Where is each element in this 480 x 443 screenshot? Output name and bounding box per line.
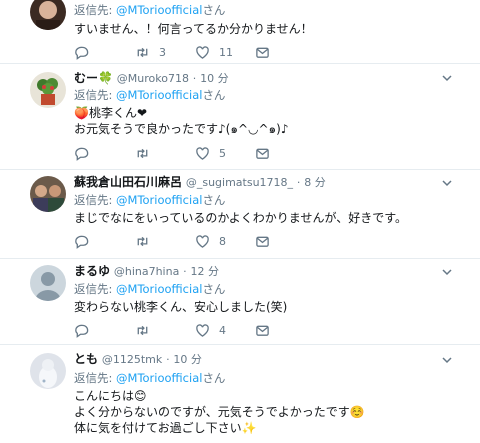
caret-down-icon[interactable] [440, 265, 454, 279]
tweet-text-line: よく分からないのですが、元気そうでよかったです☺️ [74, 405, 365, 419]
separator-dot: · [166, 353, 170, 366]
separator-dot: · [183, 265, 187, 278]
reply-button[interactable] [74, 322, 98, 338]
avatar[interactable] [30, 353, 66, 389]
reply-to-line: 返信先: @MTorioofficialさん [74, 282, 226, 296]
tweet-actions: 3 11 [74, 44, 274, 60]
reply-icon [75, 147, 89, 161]
user-name[interactable]: とも [74, 352, 98, 366]
tweet-text-line: こんにちは😊 [74, 389, 147, 403]
like-button[interactable]: 8 [195, 233, 226, 249]
user-handle[interactable]: @hina7hina [114, 265, 179, 278]
user-name[interactable]: むー🍀 [74, 71, 113, 85]
user-handle[interactable]: @Muroko718 [117, 72, 189, 85]
reply-button[interactable] [74, 233, 98, 249]
tweet-text-line: まじでなにをいっているのかよくわかりませんが、好きです。 [74, 211, 408, 225]
tweet-text-line: すいません、！何言ってるか分かりません！ [74, 22, 313, 36]
tweet-text: 変わらない桃李くん、安心しました(笑) [74, 299, 287, 315]
retweet-icon [137, 236, 148, 246]
like-icon [196, 146, 209, 160]
dm-icon [256, 148, 269, 159]
avatar[interactable] [30, 176, 66, 212]
reply-icon [75, 324, 89, 338]
dm-button[interactable] [255, 322, 270, 338]
retweet-icon [137, 148, 148, 158]
mention-link[interactable]: @MTorioofficial [116, 193, 202, 207]
tweet-time[interactable]: 10 分 [200, 72, 229, 85]
reply-button[interactable] [74, 44, 98, 60]
like-button[interactable]: 4 [195, 322, 226, 338]
tweet[interactable]: まるゆ @hina7hina · 12 分 返信先: @MToriooffici… [0, 259, 480, 345]
tweet-actions: 4 [74, 322, 274, 338]
tweet-text: まじでなにをいっているのかよくわかりませんが、好きです。 [74, 210, 407, 226]
retweet-button[interactable] [135, 322, 159, 338]
tweet-time[interactable]: 10 分 [173, 353, 202, 366]
like-button[interactable]: 11 [195, 44, 233, 60]
tweet-actions: 5 [74, 145, 274, 161]
dm-icon [256, 47, 269, 58]
tweet-text-line: お元気そうで良かったです♪(๑^◡^๑)♪ [74, 122, 289, 136]
reply-to-line: 返信先: @MTorioofficialさん [74, 88, 226, 102]
reply-icon [75, 46, 89, 60]
tweet-header: まるゆ @hina7hina · 12 分 [74, 263, 219, 280]
tweet-text-line: 体に気を付けてお過ごし下さい✨ [74, 421, 257, 435]
tweet[interactable]: 返信先: @MTorioofficialさん すいません、！何言ってるか分かりま… [0, 0, 480, 64]
user-handle[interactable]: @1125tmk [102, 353, 162, 366]
user-name[interactable]: 蘇我倉山田石川麻呂 [74, 175, 182, 189]
like-icon [196, 234, 209, 248]
tweet-text: すいません、！何言ってるか分かりません！ [74, 21, 313, 37]
like-icon [196, 45, 209, 59]
dm-icon [256, 236, 269, 247]
dm-button[interactable] [255, 44, 270, 60]
tweet[interactable]: むー🍀 @Muroko718 · 10 分 返信先: @MToriooffici… [0, 64, 480, 170]
separator-dot: · [192, 72, 197, 85]
retweet-button[interactable] [135, 145, 159, 161]
tweet-time[interactable]: 12 分 [190, 265, 219, 278]
caret-down-icon[interactable] [440, 353, 454, 367]
tweet-text: 🍑桃李くん❤ お元気そうで良かったです♪(๑^◡^๑)♪ [74, 105, 289, 137]
tweet-header: むー🍀 @Muroko718 · 10 分 [74, 70, 229, 87]
caret-down-icon[interactable] [440, 176, 454, 190]
reply-to-line: 返信先: @MTorioofficialさん [74, 193, 226, 207]
tweet-text-line: 🍑桃李くん❤ [74, 106, 147, 120]
avatar[interactable] [30, 0, 66, 30]
reply-icon [75, 235, 89, 249]
retweet-icon [137, 325, 148, 335]
tweet-time[interactable]: 8 分 [304, 176, 326, 189]
reply-to-line: 返信先: @MTorioofficialさん [74, 3, 226, 17]
tweet-text-line: 変わらない桃李くん、安心しました(笑) [74, 300, 288, 314]
mention-link[interactable]: @MTorioofficial [116, 371, 202, 385]
mention-link[interactable]: @MTorioofficial [116, 3, 202, 17]
dm-button[interactable] [255, 145, 270, 161]
tweet-text: こんにちは😊 よく分からないのですが、元気そうでよかったです☺️ 体に気を付けて… [74, 388, 365, 436]
mention-link[interactable]: @MTorioofficial [116, 88, 202, 102]
caret-down-icon[interactable] [440, 71, 454, 85]
retweet-button[interactable] [135, 233, 159, 249]
tweet[interactable]: とも @1125tmk · 10 分 返信先: @MTorioofficialさ… [0, 345, 480, 443]
tweet-actions: 8 [74, 233, 274, 249]
user-handle[interactable]: @_sugimatsu1718_ [186, 176, 293, 189]
tweet-header: 蘇我倉山田石川麻呂 @_sugimatsu1718_ · 8 分 [74, 174, 326, 191]
retweet-button[interactable]: 3 [135, 44, 166, 60]
like-icon [196, 323, 209, 337]
dm-icon [256, 325, 269, 336]
retweet-icon [137, 47, 148, 57]
mention-link[interactable]: @MTorioofficial [116, 282, 202, 296]
reply-to-line: 返信先: @MTorioofficialさん [74, 371, 226, 385]
tweet-header: とも @1125tmk · 10 分 [74, 351, 202, 368]
separator-dot: · [296, 176, 301, 189]
avatar[interactable] [30, 265, 66, 301]
dm-button[interactable] [255, 233, 270, 249]
avatar[interactable] [30, 72, 66, 108]
user-name[interactable]: まるゆ [74, 264, 110, 278]
tweet[interactable]: 蘇我倉山田石川麻呂 @_sugimatsu1718_ · 8 分 返信先: @M… [0, 170, 480, 259]
reply-button[interactable] [74, 145, 98, 161]
like-button[interactable]: 5 [195, 145, 226, 161]
